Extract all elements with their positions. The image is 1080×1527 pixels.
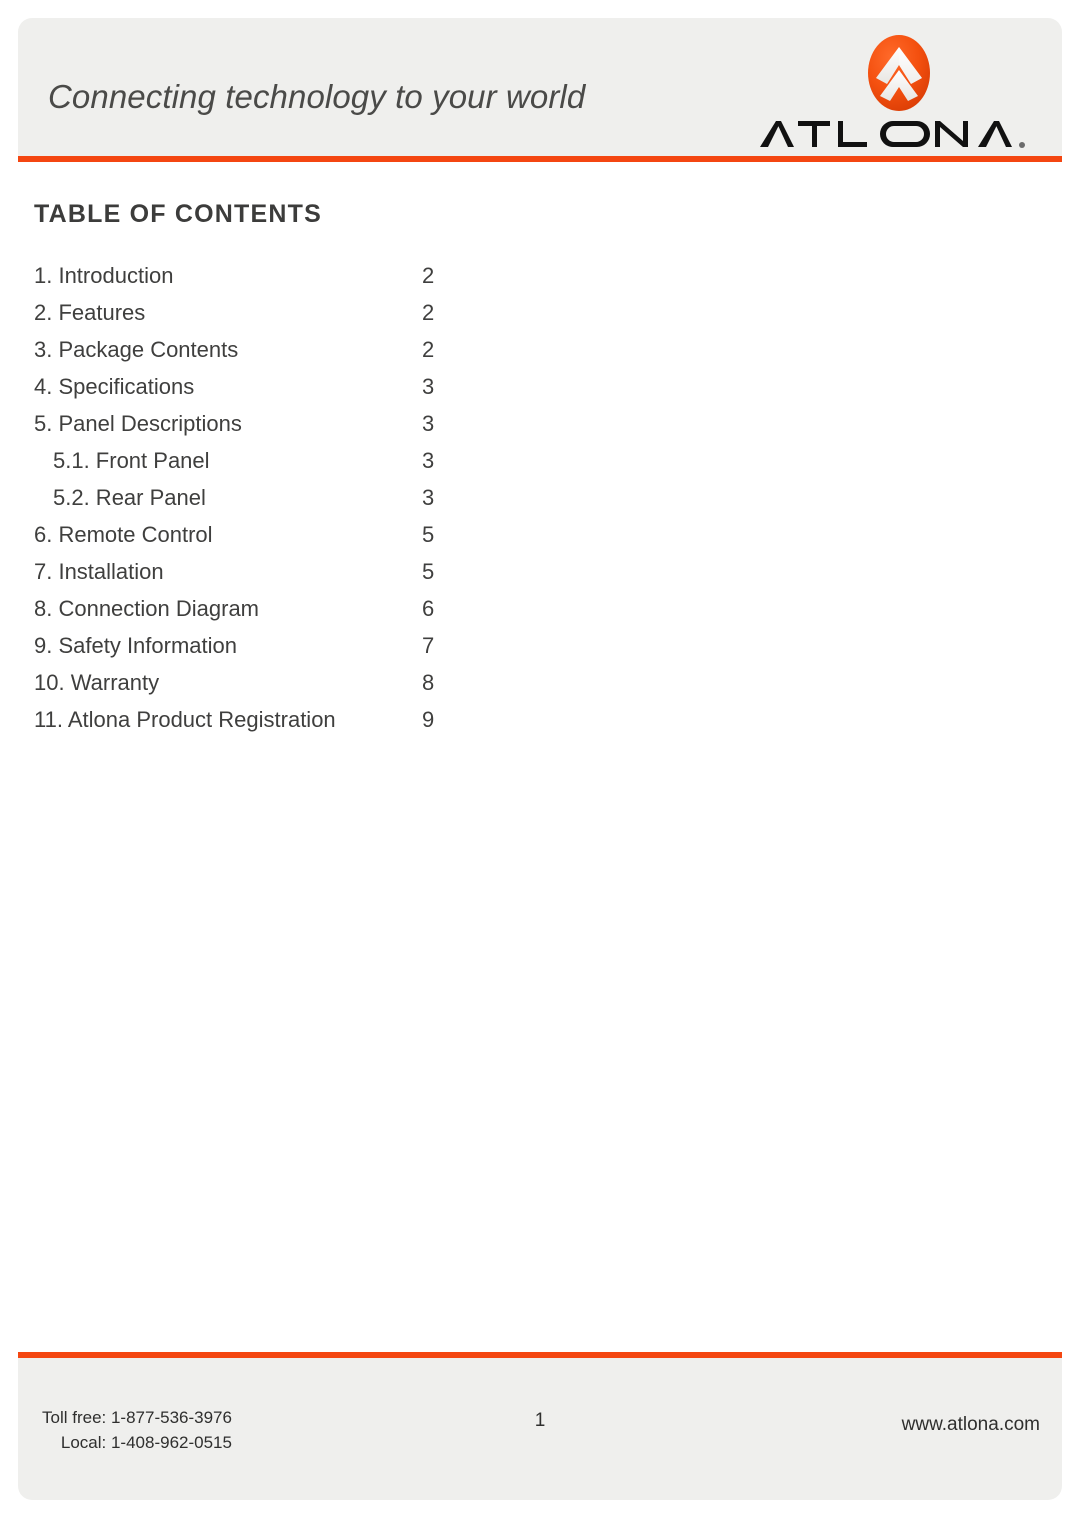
toc-entry-page-number: 5 [422,559,435,584]
toc-entry-label: 11. Atlona Product Registration [34,707,336,732]
toc-entry[interactable]: 5.2. Rear Panel 3 [34,485,734,522]
toc-entry[interactable]: 8. Connection Diagram 6 [34,596,734,633]
toc-entry-page-number: 7 [422,633,435,658]
toc-entry-label: 10. Warranty [34,670,160,695]
toc-entry-label: 3. Package Contents [34,337,239,362]
toc-entry-page-number: 3 [422,485,435,510]
toc-entry[interactable]: 9. Safety Information 7 [34,633,734,670]
toc-entry-label: 1. Introduction [34,263,174,288]
toc-entry-page-number: 2 [422,263,435,288]
toc-entry-page-number: 5 [422,522,435,547]
toc-entry-label: 5. Panel Descriptions [34,411,242,436]
footer-local-phone: Local: 1-408-962-0515 [60,1433,232,1452]
toc-entry-page-number: 2 [422,300,435,325]
toc-entry[interactable]: 10. Warranty 8 [34,670,734,707]
toc-entry-page-number: 9 [422,707,435,732]
toc-entry-label: 2. Features [34,300,146,325]
atlona-logo [754,34,1044,156]
toc-entry[interactable]: 3. Package Contents 2 [34,337,734,374]
toc-entry[interactable]: 11. Atlona Product Registration 9 [34,707,734,744]
toc-entry-page-number: 3 [422,374,435,399]
toc-entry-page-number: 2 [422,337,435,362]
toc-entry-label: 8. Connection Diagram [34,596,260,621]
toc-entry[interactable]: 2. Features 2 [34,300,734,337]
main-content: TABLE OF CONTENTS 1. Introduction 2 2. Fea… [34,200,734,744]
header-accent-rule [18,156,1062,162]
toc-entry-label: 7. Installation [34,559,164,584]
toc-entry[interactable]: 5. Panel Descriptions 3 [34,411,734,448]
table-of-contents-list: 1. Introduction 2 2. Features 2 3. Package C… [34,263,734,744]
toc-entry-page-number: 3 [422,448,435,473]
atlona-logo-mark-icon [864,34,934,112]
toc-entry-label: 5.1. Front Panel [53,448,210,473]
toc-entry[interactable]: 4. Specifications 3 [34,374,734,411]
toc-entry-label: 9. Safety Information [34,633,237,658]
toc-entry-page-number: 8 [422,670,435,695]
header-tagline: Connecting technology to your world [48,78,586,115]
page-footer-band: Toll free: 1-877-536-3976 Local: 1-408-9… [18,1358,1062,1500]
toc-entry[interactable]: 1. Introduction 2 [34,263,734,300]
toc-entry[interactable]: 6. Remote Control 5 [34,522,734,559]
toc-entry-label: 4. Specifications [34,374,195,399]
atlona-wordmark [754,114,1044,154]
page-title: TABLE OF CONTENTS [34,200,322,228]
toc-entry[interactable]: 5.1. Front Panel 3 [34,448,734,485]
toc-entry[interactable]: 7. Installation 5 [34,559,734,596]
toc-entry-page-number: 3 [422,411,435,436]
toc-entry-label: 5.2. Rear Panel [53,485,206,510]
toc-entry-page-number: 6 [422,596,435,621]
toc-entry-label: 6. Remote Control [34,522,213,547]
page-header-band: Connecting technology to your world [18,18,1062,156]
footer-website-link[interactable]: www.atlona.com [902,1414,1040,1436]
